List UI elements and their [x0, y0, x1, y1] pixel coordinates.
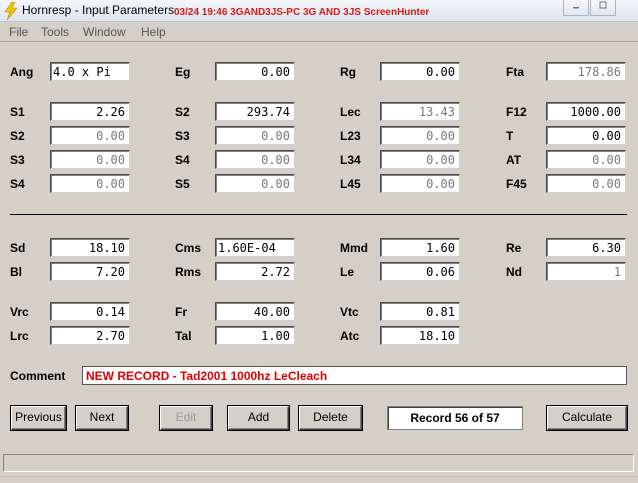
title-bar: Hornresp - Input Parameters 03/24 19:46 …	[0, 0, 638, 22]
field-fr[interactable]: 40.00	[215, 302, 295, 321]
label-le: Le	[340, 265, 355, 279]
field-rms[interactable]: 2.72	[215, 262, 295, 281]
label-sd: Sd	[10, 241, 26, 255]
field-lrc[interactable]: 2.70	[50, 326, 130, 345]
field-mmd[interactable]: 1.60	[380, 238, 460, 257]
label-fr: Fr	[175, 305, 187, 319]
label-s1: S1	[10, 105, 25, 119]
field-bl[interactable]: 7.20	[50, 262, 130, 281]
label-s4: S4	[10, 177, 25, 191]
field-s2[interactable]: 0.00	[50, 126, 130, 145]
label-rg: Rg	[340, 65, 356, 79]
field-f45[interactable]: 0.00	[546, 174, 626, 193]
label-l23: L23	[340, 129, 361, 143]
label-cms: Cms	[175, 241, 202, 255]
field-ang[interactable]: 4.0 x Pi	[50, 62, 130, 81]
label-at: AT	[506, 153, 522, 167]
label-rms: Rms	[175, 265, 202, 279]
field-atc[interactable]: 18.10	[380, 326, 460, 345]
screenhunter-watermark: 03/24 19:46 3GAND3JS-PC 3G AND 3JS Scree…	[174, 7, 430, 18]
field-eg[interactable]: 0.00	[215, 62, 295, 81]
previous-button[interactable]: Previous	[11, 406, 66, 430]
label-mmd: Mmd	[340, 241, 368, 255]
minimize-icon	[573, 7, 579, 9]
maximize-button[interactable]	[590, 0, 616, 16]
field-f12[interactable]: 1000.00	[546, 102, 626, 121]
label-l45: L45	[340, 177, 361, 191]
label-f12: F12	[506, 105, 527, 119]
field-fta[interactable]: 178.86	[546, 62, 626, 81]
label-fta: Fta	[506, 65, 524, 79]
comment-field[interactable]: NEW RECORD - Tad2001 1000hz LeCleach	[82, 366, 627, 385]
label-s3-right: S3	[175, 129, 190, 143]
field-vrc[interactable]: 0.14	[50, 302, 130, 321]
record-indicator: Record 56 of 57	[387, 406, 523, 430]
minimize-button[interactable]	[563, 0, 589, 16]
label-vrc: Vrc	[10, 305, 29, 319]
calculate-button[interactable]: Calculate	[547, 406, 627, 430]
label-l34: L34	[340, 153, 361, 167]
menu-file[interactable]: File	[9, 25, 28, 39]
field-nd[interactable]: 1	[546, 262, 626, 281]
window-bottom-edge	[0, 476, 638, 483]
label-s2: S2	[10, 129, 25, 143]
label-s4-right: S4	[175, 153, 190, 167]
field-l34[interactable]: 0.00	[380, 150, 460, 169]
field-s1[interactable]: 2.26	[50, 102, 130, 121]
field-re[interactable]: 6.30	[546, 238, 626, 257]
label-f45: F45	[506, 177, 527, 191]
add-button-label: Add	[247, 410, 270, 424]
menu-tools[interactable]: Tools	[41, 25, 69, 39]
status-bar	[3, 454, 634, 472]
label-re: Re	[506, 241, 522, 255]
field-sd[interactable]: 18.10	[50, 238, 130, 257]
field-l45[interactable]: 0.00	[380, 174, 460, 193]
label-eg: Eg	[175, 65, 191, 79]
window-title: Hornresp - Input Parameters	[22, 3, 175, 17]
app-lightning-icon	[4, 2, 18, 20]
label-nd: Nd	[506, 265, 522, 279]
label-comment: Comment	[10, 369, 66, 383]
delete-button-label: Delete	[313, 410, 348, 424]
label-lrc: Lrc	[10, 329, 29, 343]
field-le[interactable]: 0.06	[380, 262, 460, 281]
field-cms[interactable]: 1.60E-04	[215, 238, 295, 257]
section-divider	[10, 214, 627, 215]
field-vtc[interactable]: 0.81	[380, 302, 460, 321]
field-l23[interactable]: 0.00	[380, 126, 460, 145]
delete-button[interactable]: Delete	[299, 406, 362, 430]
field-at[interactable]: 0.00	[546, 150, 626, 169]
edit-button[interactable]: Edit	[160, 406, 212, 430]
label-tal: Tal	[175, 329, 192, 343]
field-tal[interactable]: 1.00	[215, 326, 295, 345]
field-s3[interactable]: 0.00	[50, 150, 130, 169]
field-s5[interactable]: 0.00	[215, 174, 295, 193]
label-t: T	[506, 129, 514, 143]
maximize-icon	[599, 1, 607, 9]
label-ang: Ang	[10, 65, 34, 79]
field-s2-right[interactable]: 293.74	[215, 102, 295, 121]
label-s3: S3	[10, 153, 25, 167]
previous-button-label: Previous	[15, 410, 62, 424]
label-bl: Bl	[10, 265, 22, 279]
label-lec: Lec	[340, 105, 361, 119]
field-lec[interactable]: 13.43	[380, 102, 460, 121]
next-button-label: Next	[89, 410, 115, 424]
label-s5: S5	[175, 177, 190, 191]
add-button[interactable]: Add	[228, 406, 289, 430]
label-s2-right: S2	[175, 105, 190, 119]
calculate-button-label: Calculate	[561, 410, 613, 424]
next-button[interactable]: Next	[76, 406, 128, 430]
menu-bar: File Tools Window Help	[0, 22, 638, 42]
field-s3-right[interactable]: 0.00	[215, 126, 295, 145]
edit-button-label: Edit	[175, 410, 197, 424]
label-vtc: Vtc	[340, 305, 359, 319]
field-s4-right[interactable]: 0.00	[215, 150, 295, 169]
label-atc: Atc	[340, 329, 360, 343]
field-s4[interactable]: 0.00	[50, 174, 130, 193]
field-rg[interactable]: 0.00	[380, 62, 460, 81]
menu-help[interactable]: Help	[141, 25, 166, 39]
menu-window[interactable]: Window	[83, 25, 126, 39]
field-t[interactable]: 0.00	[546, 126, 626, 145]
